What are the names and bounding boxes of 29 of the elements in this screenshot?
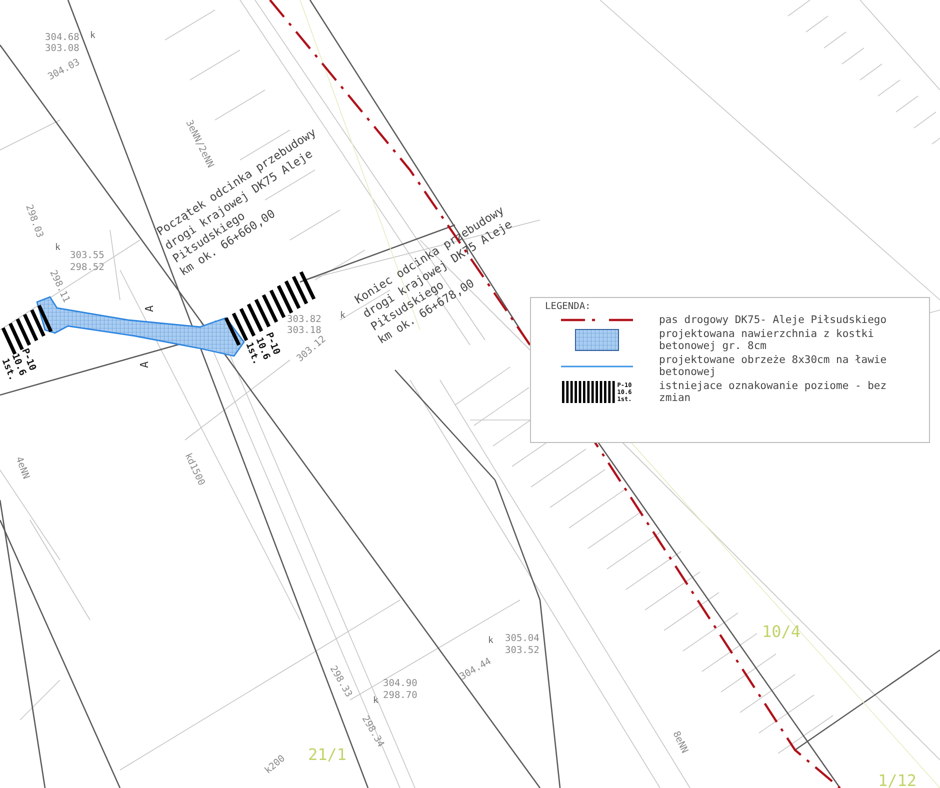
parcel-number: 21/1 [308, 745, 347, 764]
elevation-label: 304.68 [45, 32, 80, 43]
legend-item-text: istniejace oznakowanie poziome - bez zmian [659, 380, 888, 404]
elevation-label: 298.70 [383, 690, 418, 701]
elevation-label: 298.52 [70, 262, 104, 273]
utility-label: 8eNN [670, 730, 690, 756]
elevation-label: 303.08 [45, 43, 80, 54]
utility-label: 4eNN [13, 455, 32, 481]
section-label: A [143, 305, 156, 312]
point-label: k [90, 31, 96, 41]
elevation-label: 303.55 [70, 250, 104, 261]
legend-item-text: pas drogowy DK75- Aleje Piłsudskiego [659, 314, 887, 326]
curb-line-symbol-icon [561, 364, 633, 368]
elevation-label: 305.04 [505, 633, 540, 644]
parcel-number: 10/4 [762, 622, 801, 641]
dashed-line-symbol-icon [561, 318, 633, 322]
point-label: k [488, 636, 494, 646]
parcel-number: 1/12 [878, 771, 917, 788]
elevation-label: 303.82 [287, 314, 322, 325]
legend-title: LEGENDA: [545, 301, 592, 312]
elevation-label: 304.90 [383, 678, 418, 689]
hatched-area-symbol-icon [575, 329, 619, 351]
point-label: k [340, 311, 346, 321]
stripes-symbol-icon [562, 381, 616, 403]
section-label: A [138, 361, 151, 368]
point-label: k [55, 243, 60, 253]
elevation-label: 303.18 [287, 325, 322, 336]
point-label: k [373, 696, 378, 706]
elevation-label: 303.52 [505, 645, 540, 656]
